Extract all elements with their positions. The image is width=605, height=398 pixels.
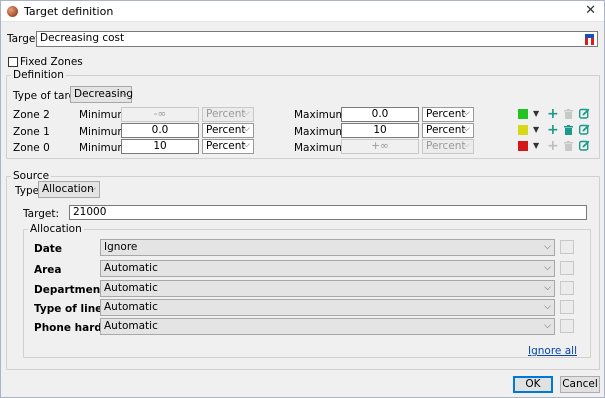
definition-group-title: Definition <box>11 69 66 81</box>
allocation-type-of-line-edit-button <box>560 300 574 314</box>
zone-2-max-input[interactable]: 0.0 <box>341 107 419 122</box>
zone-1-max-input[interactable]: 10 <box>341 123 419 138</box>
edit-icon[interactable] <box>579 108 590 119</box>
zone-2-color-swatch[interactable] <box>518 109 528 119</box>
chevron-down-icon: ⌵ <box>243 124 250 134</box>
chevron-down-icon: ⌵ <box>463 124 470 134</box>
source-type-select[interactable]: Allocation ⌵ <box>38 181 100 198</box>
allocation-row-value: Automatic <box>104 301 158 313</box>
zone-0-min-unit-value: Percent <box>206 140 246 152</box>
allocation-row-label: Area <box>34 264 62 276</box>
zone-2-max-unit-value: Percent <box>426 108 466 120</box>
allocation-row-value: Automatic <box>104 282 158 294</box>
source-target-label: Target: <box>23 208 60 220</box>
chevron-down-icon: ⌵ <box>89 184 96 194</box>
chevron-down-icon: ⌵ <box>544 242 551 252</box>
zone-2-label: Zone 2 <box>13 109 50 121</box>
type-of-target-select[interactable]: Decreasing ⌵ <box>70 86 133 103</box>
zone-1-max-unit-value: Percent <box>426 124 466 136</box>
zone-1-min-input[interactable]: 0.0 <box>121 123 199 138</box>
allocation-type-of-line-select[interactable]: Automatic ⌵ <box>100 299 555 316</box>
ok-button[interactable]: OK <box>513 376 553 393</box>
chevron-down-icon: ⌵ <box>544 263 551 273</box>
add-zone-icon[interactable]: + <box>547 107 559 121</box>
allocation-group-title: Allocation <box>28 223 84 235</box>
fixed-zones-checkbox[interactable] <box>8 57 18 67</box>
edit-icon[interactable] <box>579 140 590 151</box>
allocation-date-select[interactable]: Ignore ⌵ <box>100 239 555 256</box>
allocation-area-edit-button <box>560 261 574 275</box>
allocation-row-value: Automatic <box>104 262 158 274</box>
ignore-all-link[interactable]: Ignore all <box>528 345 577 357</box>
chevron-down-icon: ⌵ <box>121 89 128 99</box>
edit-icon[interactable] <box>579 124 590 135</box>
zone-0-label: Zone 0 <box>13 142 50 154</box>
chevron-down-icon: ⌵ <box>243 108 250 118</box>
cancel-button[interactable]: Cancel <box>560 376 600 393</box>
source-type-value: Allocation <box>42 183 94 195</box>
zone-2-max-unit-select[interactable]: Percent ⌵ <box>422 107 474 122</box>
allocation-row-label: Date <box>34 243 62 255</box>
chevron-down-icon: ⌵ <box>544 283 551 293</box>
caret-down-icon[interactable]: ▼ <box>533 125 539 134</box>
zone-2-min-input: -∞ <box>121 107 199 122</box>
target-name-input[interactable]: Decreasing cost <box>36 31 598 47</box>
zone-1-color-swatch[interactable] <box>518 125 528 135</box>
zone-2-min-unit-select: Percent ⌵ <box>202 107 254 122</box>
allocation-phone-hardware-edit-button <box>560 319 574 333</box>
zone-0-color-swatch[interactable] <box>518 141 528 151</box>
source-target-input[interactable]: 21000 <box>69 205 587 220</box>
allocation-row-value: Automatic <box>104 320 158 332</box>
zone-1-min-unit-value: Percent <box>206 124 246 136</box>
close-icon[interactable]: ✕ <box>585 3 596 18</box>
zone-1-label: Zone 1 <box>13 126 50 138</box>
zone-2-min-unit-value: Percent <box>206 108 246 120</box>
zone-0-max-unit-select: Percent ⌵ <box>422 139 474 154</box>
caret-down-icon[interactable]: ▼ <box>533 141 539 150</box>
zone-1-min-unit-select[interactable]: Percent ⌵ <box>202 123 254 138</box>
trash-icon <box>564 141 573 151</box>
zone-0-min-input[interactable]: 10 <box>121 139 199 154</box>
title-bar: Target definition ✕ <box>1 1 604 22</box>
zone-0-min-unit-select[interactable]: Percent ⌵ <box>202 139 254 154</box>
chevron-down-icon: ⌵ <box>544 321 551 331</box>
fixed-zones-label: Fixed Zones <box>20 56 83 68</box>
zone-0-max-unit-value: Percent <box>426 140 466 152</box>
allocation-department-edit-button <box>560 281 574 295</box>
caret-down-icon[interactable]: ▼ <box>533 109 539 118</box>
add-zone-icon: + <box>547 138 559 154</box>
allocation-row-value: Ignore <box>104 241 138 253</box>
flag-icon[interactable] <box>585 34 594 45</box>
allocation-date-edit-button <box>560 240 574 254</box>
zone-0-max-input: +∞ <box>341 139 419 154</box>
allocation-department-select[interactable]: Automatic ⌵ <box>100 280 555 297</box>
add-zone-icon[interactable]: + <box>547 123 559 137</box>
target-definition-dialog: Target definition ✕ Target: Decreasing c… <box>0 0 605 398</box>
window-title: Target definition <box>24 5 114 18</box>
chevron-down-icon: ⌵ <box>544 302 551 312</box>
allocation-phone-hardware-select[interactable]: Automatic ⌵ <box>100 318 555 335</box>
chevron-down-icon: ⌵ <box>463 108 470 118</box>
trash-icon[interactable] <box>564 125 573 135</box>
trash-icon <box>564 109 573 119</box>
zone-1-max-unit-select[interactable]: Percent ⌵ <box>422 123 474 138</box>
allocation-row-label: Department <box>34 284 106 296</box>
app-icon <box>7 6 18 17</box>
chevron-down-icon: ⌵ <box>463 140 470 150</box>
allocation-area-select[interactable]: Automatic ⌵ <box>100 260 555 277</box>
allocation-row-label: Type of line <box>34 303 103 315</box>
chevron-down-icon: ⌵ <box>243 140 250 150</box>
